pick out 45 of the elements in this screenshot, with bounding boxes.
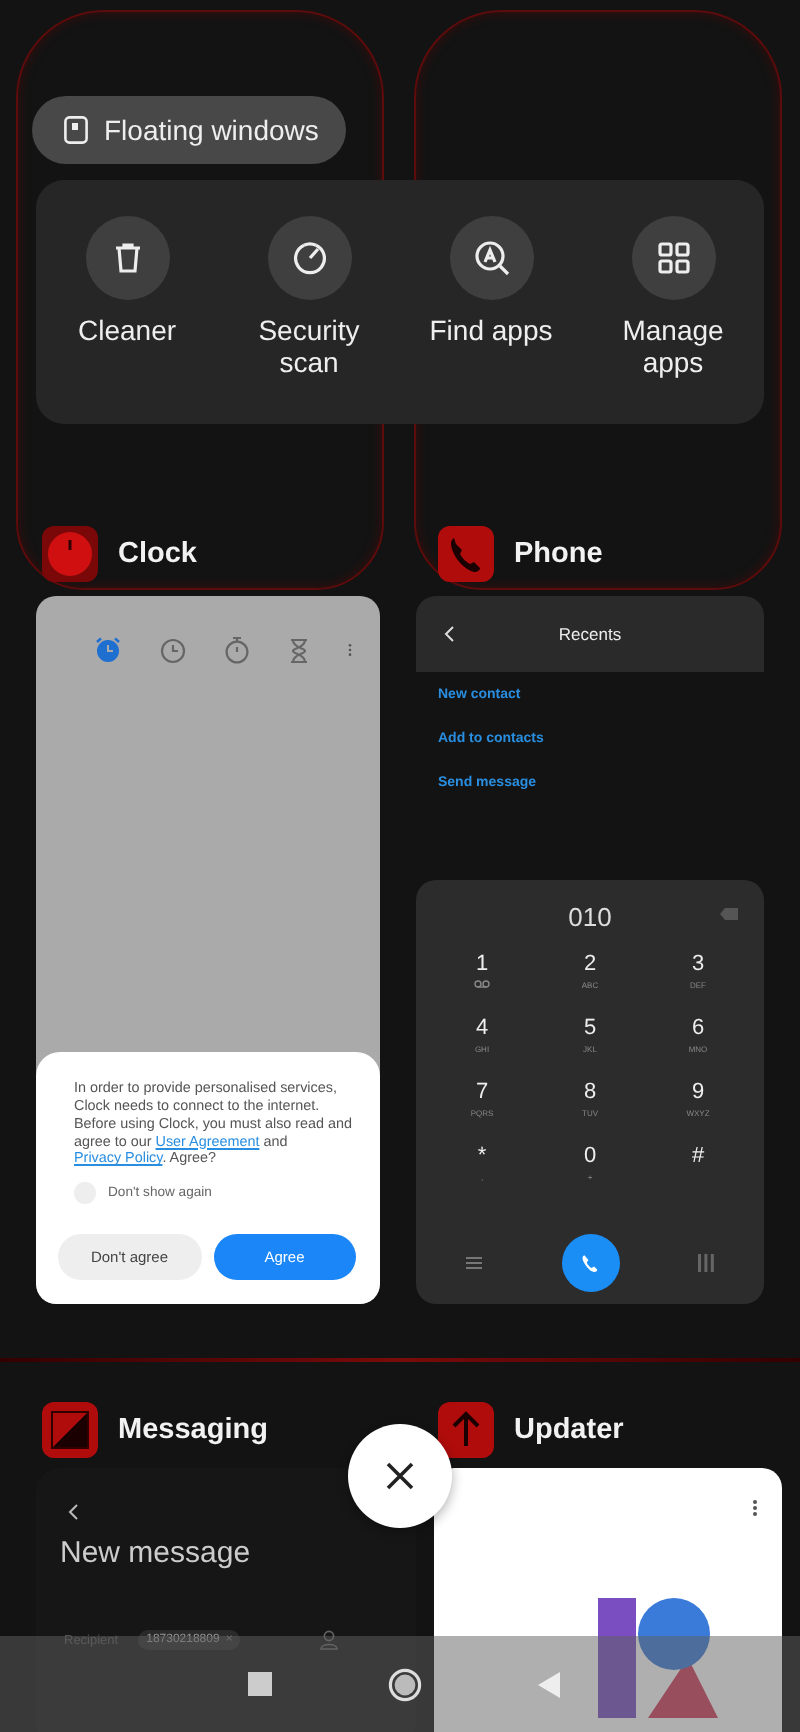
app-name: Clock <box>118 538 197 570</box>
voicemail-icon <box>474 980 490 988</box>
dial-key[interactable]: # <box>644 1144 752 1200</box>
hourglass-icon[interactable] <box>288 637 310 663</box>
dialpad-icon[interactable] <box>698 1254 714 1272</box>
back-icon[interactable] <box>68 1504 78 1520</box>
app-icon[interactable] <box>436 1400 496 1460</box>
quick-action-button[interactable] <box>267 216 351 300</box>
contact-icon[interactable] <box>320 1630 339 1650</box>
clock-icon[interactable] <box>160 637 186 663</box>
app-name: Messaging <box>118 1414 268 1446</box>
window-icon <box>64 116 88 144</box>
grid-icon <box>655 240 691 276</box>
quick-action-label: Security scan <box>256 314 362 378</box>
backspace-icon[interactable] <box>720 908 738 920</box>
back-button[interactable] <box>538 1671 560 1697</box>
home-button[interactable] <box>388 1667 422 1701</box>
quick-action-button[interactable] <box>449 216 533 300</box>
dial-key[interactable]: 1 <box>428 952 536 1008</box>
search-icon <box>471 238 511 278</box>
dialed-number: 010 <box>568 901 612 931</box>
more-icon[interactable] <box>752 1500 758 1516</box>
app-preview-card[interactable] <box>434 1468 782 1732</box>
quick-action-button[interactable] <box>85 216 169 300</box>
quick-action-button[interactable] <box>631 216 715 300</box>
app-name: Updater <box>514 1414 624 1446</box>
app-name: Phone <box>514 538 603 570</box>
quick-action-label: Find apps <box>427 314 555 346</box>
screen-title: Recents <box>556 624 624 644</box>
menu-icon[interactable] <box>466 1256 482 1270</box>
quick-action-label: Cleaner <box>75 314 179 346</box>
gauge-icon <box>289 238 329 278</box>
circle-icon <box>388 1667 422 1701</box>
square-icon <box>248 1672 272 1696</box>
alarm-icon[interactable] <box>94 636 122 664</box>
stopwatch-icon[interactable] <box>224 636 250 664</box>
triangle-icon <box>538 1671 560 1697</box>
close-icon <box>386 1462 414 1490</box>
phone-icon <box>578 1251 602 1275</box>
floating-windows-button[interactable]: Floating windows <box>32 96 347 164</box>
screen-title: New message <box>60 1536 253 1570</box>
quick-action-label: Manage apps <box>620 314 726 378</box>
call-button[interactable] <box>561 1234 619 1292</box>
back-icon[interactable] <box>444 626 454 642</box>
updater-logo-drawing <box>598 1598 718 1718</box>
